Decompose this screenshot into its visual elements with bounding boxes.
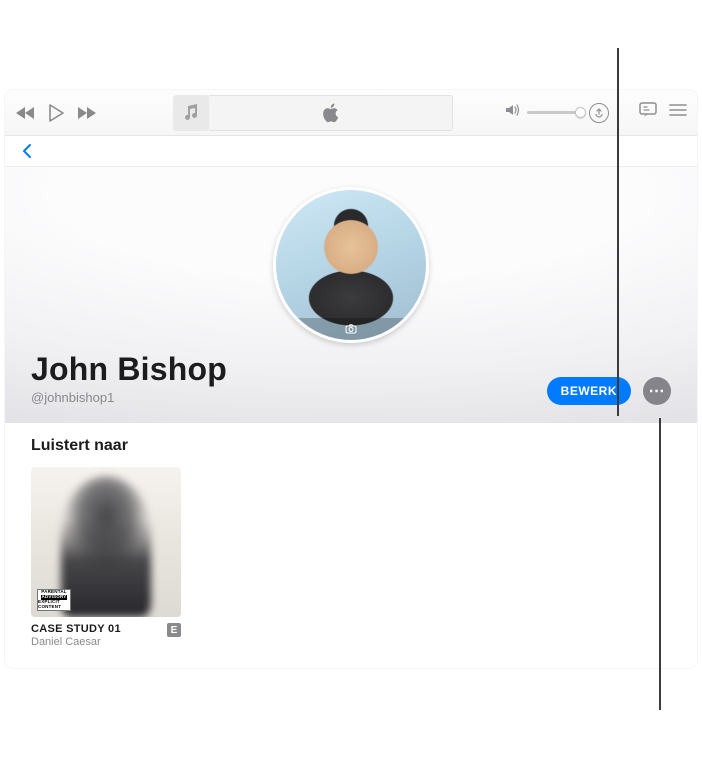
album-artist: Daniel Caesar <box>31 636 121 648</box>
toolbar-right <box>639 102 687 123</box>
album-card[interactable]: PARENTAL ADVISORY EXPLICIT CONTENT CASE … <box>31 467 181 648</box>
profile-name-row: John Bishop @johnbishop1 BEWERK ⋯ <box>31 351 671 405</box>
listening-section-title: Luistert naar <box>31 437 671 455</box>
profile-display-name: John Bishop <box>31 351 227 388</box>
next-track-button[interactable] <box>75 102 97 124</box>
play-button[interactable] <box>45 102 67 124</box>
annotation-line <box>659 418 661 710</box>
now-playing-display <box>173 95 453 131</box>
profile-header: John Bishop @johnbishop1 BEWERK ⋯ <box>5 167 697 423</box>
listening-grid: PARENTAL ADVISORY EXPLICIT CONTENT CASE … <box>31 467 671 648</box>
profile-actions: BEWERK ⋯ <box>547 377 671 405</box>
album-title: CASE STUDY 01 <box>31 623 121 635</box>
queue-button[interactable] <box>669 103 687 122</box>
profile-content: Luistert naar PARENTAL ADVISORY EXPLICIT… <box>5 423 697 668</box>
back-button[interactable] <box>15 139 39 163</box>
annotation-line <box>617 48 619 416</box>
player-toolbar <box>5 90 697 136</box>
avatar-container <box>273 187 429 343</box>
more-options-button[interactable]: ⋯ <box>643 377 671 405</box>
volume-icon <box>505 103 521 122</box>
previous-track-button[interactable] <box>15 102 37 124</box>
volume-slider[interactable] <box>527 111 583 114</box>
music-note-icon <box>173 95 209 131</box>
profile-handle: @johnbishop1 <box>31 390 227 405</box>
airplay-button[interactable] <box>589 103 609 123</box>
now-playing-lcd <box>209 95 453 131</box>
volume-thumb[interactable] <box>575 107 586 118</box>
navigation-bar <box>5 136 697 167</box>
album-meta: CASE STUDY 01 Daniel Caesar E <box>31 623 181 648</box>
profile-avatar[interactable] <box>273 187 429 343</box>
album-artwork[interactable]: PARENTAL ADVISORY EXPLICIT CONTENT <box>31 467 181 617</box>
explicit-badge: E <box>167 623 181 637</box>
avatar-edit-button[interactable] <box>276 318 426 340</box>
music-app-window: John Bishop @johnbishop1 BEWERK ⋯ Luiste… <box>5 90 697 668</box>
profile-name-block: John Bishop @johnbishop1 <box>31 351 227 405</box>
volume-control <box>505 103 609 123</box>
apple-logo-icon <box>322 103 340 123</box>
transport-controls <box>15 102 97 124</box>
lyrics-button[interactable] <box>639 102 657 123</box>
parental-advisory-badge: PARENTAL ADVISORY EXPLICIT CONTENT <box>37 589 71 611</box>
